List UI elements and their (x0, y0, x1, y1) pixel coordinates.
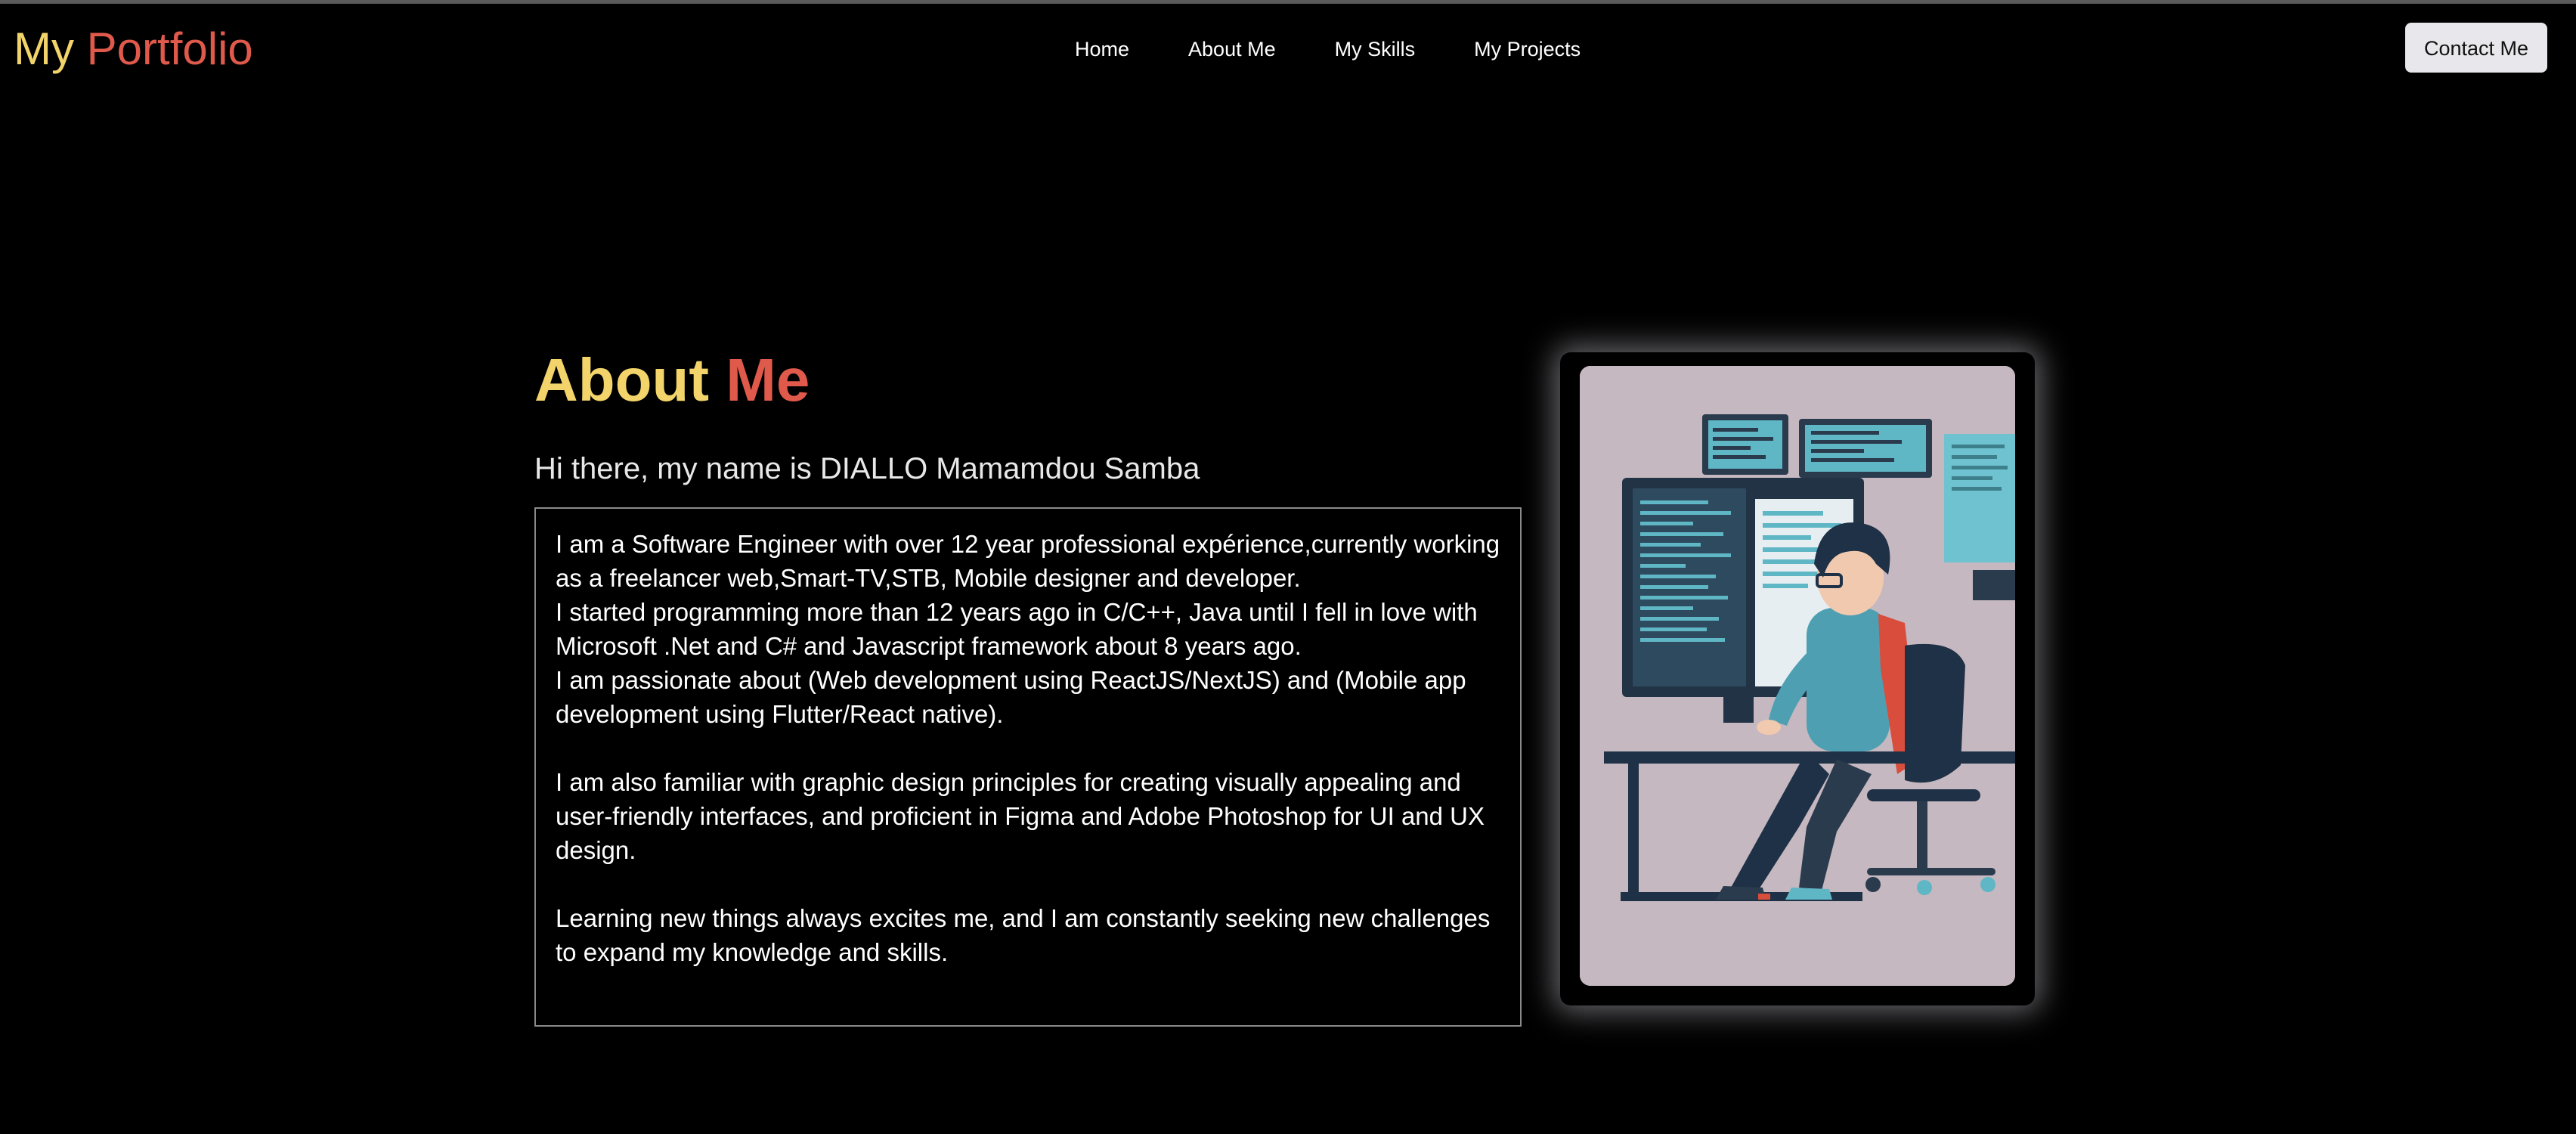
bio-paragraph: I am a Software Engineer with over 12 ye… (556, 530, 1500, 592)
main-nav: Home About Me My Skills My Projects (1075, 34, 1639, 64)
nav-link-about-me[interactable]: About Me (1188, 34, 1276, 64)
developer-illustration-icon (1580, 366, 2015, 986)
bio-paragraph: I started programming more than 12 years… (556, 598, 1478, 660)
contact-me-button[interactable]: Contact Me (2405, 23, 2547, 73)
logo-word-portfolio: Portfolio (86, 23, 253, 74)
nav-link-my-projects[interactable]: My Projects (1474, 34, 1581, 64)
developer-at-desk-illustration-icon (1580, 366, 2015, 986)
nav-link-home[interactable]: Home (1075, 34, 1129, 64)
profile-image-card (1560, 352, 2035, 1005)
about-title-word-me: Me (726, 346, 810, 414)
about-title-word-about: About (534, 346, 710, 414)
site-logo[interactable]: My Portfolio (14, 17, 253, 81)
site-header: My Portfolio Home About Me My Skills My … (0, 4, 2576, 88)
bio-paragraph: I am passionate about (Web development u… (556, 666, 1466, 728)
bio-paragraph: Learning new things always excites me, a… (556, 904, 1491, 966)
bio-paragraph: I am also familiar with graphic design p… (556, 768, 1485, 864)
logo-word-my: My (14, 23, 74, 74)
bio-box: I am a Software Engineer with over 12 ye… (534, 507, 1522, 1027)
greeting-text: Hi there, my name is DIALLO Mamamdou Sam… (534, 452, 1200, 485)
about-title: About Me (534, 339, 810, 422)
nav-link-my-skills[interactable]: My Skills (1335, 34, 1416, 64)
